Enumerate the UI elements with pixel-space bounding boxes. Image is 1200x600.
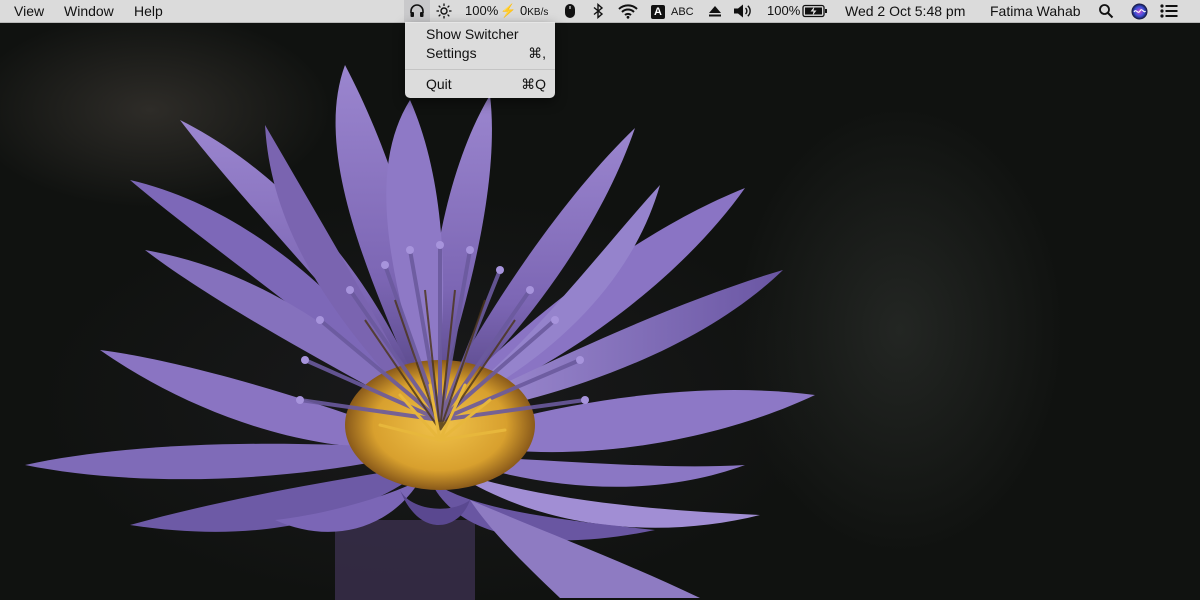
- eject-icon[interactable]: [707, 3, 723, 19]
- sun-icon[interactable]: [436, 3, 452, 19]
- bluetooth-icon[interactable]: [591, 3, 605, 19]
- notification-center-icon[interactable]: [1159, 3, 1179, 19]
- menu-help[interactable]: Help: [134, 0, 163, 22]
- menu-item-settings[interactable]: Settings ⌘,: [405, 44, 555, 63]
- brightness-percent: 100%: [465, 3, 499, 18]
- clock[interactable]: Wed 2 Oct 5:48 pm: [845, 0, 965, 22]
- input-source-icon: A: [651, 4, 665, 19]
- menu-view[interactable]: View: [14, 0, 44, 22]
- wifi-icon[interactable]: [617, 3, 639, 19]
- headphones-dropdown-menu: Show Switcher Settings ⌘, Quit ⌘Q: [405, 22, 555, 98]
- menu-item-label: Show Switcher: [426, 26, 519, 42]
- battery-charging-icon[interactable]: [802, 3, 828, 19]
- search-icon[interactable]: [1097, 3, 1115, 19]
- network-speed[interactable]: 0KB/s: [520, 0, 548, 22]
- menu-item-label: Settings: [426, 45, 477, 61]
- siri-icon[interactable]: [1130, 3, 1148, 19]
- menu-item-label: Quit: [426, 76, 452, 92]
- mouse-icon[interactable]: [564, 3, 576, 19]
- battery-percent: 100%: [767, 3, 801, 18]
- menu-window[interactable]: Window: [64, 0, 114, 22]
- network-speed-unit: KB/s: [527, 7, 549, 18]
- menu-separator: [405, 69, 555, 70]
- menu-item-shortcut: ⌘,: [528, 45, 546, 61]
- lightning-icon: ⚡: [500, 3, 517, 18]
- desktop-wallpaper: [0, 0, 1200, 600]
- menu-item-show-switcher[interactable]: Show Switcher: [405, 25, 555, 44]
- input-source[interactable]: A ABC: [651, 0, 694, 22]
- input-source-label: ABC: [671, 6, 694, 18]
- headphones-icon[interactable]: [408, 3, 426, 19]
- water-lily-image: [25, 65, 815, 600]
- user-name[interactable]: Fatima Wahab: [990, 0, 1081, 22]
- volume-icon[interactable]: [733, 3, 753, 19]
- menu-item-shortcut: ⌘Q: [521, 76, 546, 92]
- menu-item-quit[interactable]: Quit ⌘Q: [405, 75, 555, 94]
- menu-bar: View Window Help 100% ⚡ 0KB/s A ABC 100% …: [0, 0, 1200, 23]
